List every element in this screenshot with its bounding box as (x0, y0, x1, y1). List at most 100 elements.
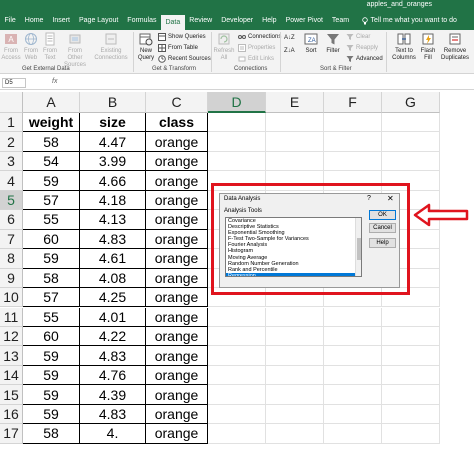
tab-power-pivot[interactable]: Power Pivot (281, 11, 327, 30)
cell-a14[interactable]: 59 (23, 365, 80, 386)
cell-a9[interactable]: 58 (23, 268, 80, 289)
from-text-button[interactable]: From Text (41, 32, 59, 62)
cell-b7[interactable]: 4.83 (80, 229, 146, 250)
cell-c14[interactable]: orange (146, 365, 208, 386)
tab-home[interactable]: Home (20, 11, 48, 30)
cell-d1[interactable] (208, 113, 266, 133)
cell-c8[interactable]: orange (146, 249, 208, 269)
tab-review[interactable]: Review (185, 11, 217, 30)
edit-links-button[interactable]: Edit Links (238, 55, 274, 63)
analysis-tool-item[interactable]: Regression (226, 272, 361, 276)
cell-e1[interactable] (266, 113, 324, 133)
row-header-1[interactable]: 1 (0, 113, 23, 133)
connections-button[interactable]: Connections (238, 33, 281, 41)
row-header-12[interactable]: 12 (0, 326, 23, 347)
cell-f14[interactable] (324, 365, 382, 386)
cell-a1[interactable]: weight (23, 113, 80, 133)
tab-help[interactable]: Help (258, 11, 281, 30)
cell-d12[interactable] (208, 326, 266, 347)
cell-c10[interactable]: orange (146, 288, 208, 308)
row-header-8[interactable]: 8 (0, 249, 23, 269)
cell-a16[interactable]: 59 (23, 404, 80, 425)
cell-g3[interactable] (382, 151, 440, 172)
cell-e3[interactable] (266, 151, 324, 172)
cell-d16[interactable] (208, 404, 266, 425)
cell-e2[interactable] (266, 132, 324, 152)
cell-b15[interactable]: 4.39 (80, 385, 146, 405)
column-header-a[interactable]: A (23, 92, 80, 113)
tab-data[interactable]: Data (160, 15, 185, 30)
cell-c4[interactable]: orange (146, 171, 208, 191)
cell-b6[interactable]: 4.13 (80, 210, 146, 230)
cell-b9[interactable]: 4.08 (80, 268, 146, 289)
cell-c3[interactable]: orange (146, 151, 208, 172)
row-header-11[interactable]: 11 (0, 307, 23, 327)
cell-a8[interactable]: 59 (23, 249, 80, 269)
show-queries-button[interactable]: Show Queries (158, 33, 206, 41)
cell-a5[interactable]: 57 (23, 190, 80, 211)
sort-descending-button[interactable]: Z↓A (284, 48, 295, 54)
fx-icon[interactable]: fx (52, 78, 57, 85)
column-header-b[interactable]: B (80, 92, 146, 113)
cell-g11[interactable] (382, 307, 440, 327)
help-question-icon[interactable]: ? (367, 195, 371, 202)
cell-a6[interactable]: 55 (23, 210, 80, 230)
ok-button[interactable]: OK (369, 210, 396, 220)
cell-d14[interactable] (208, 365, 266, 386)
close-icon[interactable]: ✕ (387, 194, 394, 203)
refresh-all-button[interactable]: Refresh All (214, 32, 235, 62)
row-header-16[interactable]: 16 (0, 404, 23, 425)
cell-b2[interactable]: 4.47 (80, 132, 146, 152)
cell-f17[interactable] (324, 424, 382, 444)
cell-e11[interactable] (266, 307, 324, 327)
cell-a13[interactable]: 59 (23, 346, 80, 366)
help-button[interactable]: Help (369, 238, 396, 248)
cell-g1[interactable] (382, 113, 440, 133)
cell-g12[interactable] (382, 326, 440, 347)
cell-g17[interactable] (382, 424, 440, 444)
properties-button[interactable]: Properties (238, 44, 275, 52)
cell-b16[interactable]: 4.83 (80, 404, 146, 425)
cell-a3[interactable]: 54 (23, 151, 80, 172)
row-header-4[interactable]: 4 (0, 171, 23, 191)
row-header-14[interactable]: 14 (0, 365, 23, 386)
scrollbar-thumb[interactable] (357, 238, 361, 260)
cell-d17[interactable] (208, 424, 266, 444)
cell-b14[interactable]: 4.76 (80, 365, 146, 386)
cell-e14[interactable] (266, 365, 324, 386)
cell-g14[interactable] (382, 365, 440, 386)
cell-a12[interactable]: 60 (23, 326, 80, 347)
cell-e17[interactable] (266, 424, 324, 444)
column-header-e[interactable]: E (266, 92, 324, 113)
cell-b13[interactable]: 4.83 (80, 346, 146, 366)
list-scrollbar[interactable] (355, 218, 361, 276)
cell-c7[interactable]: orange (146, 229, 208, 250)
cell-a4[interactable]: 59 (23, 171, 80, 191)
cell-f3[interactable] (324, 151, 382, 172)
row-header-10[interactable]: 10 (0, 288, 23, 308)
cell-d11[interactable] (208, 307, 266, 327)
cell-e15[interactable] (266, 385, 324, 405)
cell-d3[interactable] (208, 151, 266, 172)
select-all-corner[interactable] (0, 92, 23, 113)
cell-b1[interactable]: size (80, 113, 146, 133)
cell-a10[interactable]: 57 (23, 288, 80, 308)
analysis-tools-list[interactable]: Covariance Descriptive Statistics Exponent… (225, 217, 362, 277)
cell-a7[interactable]: 60 (23, 229, 80, 250)
cell-e13[interactable] (266, 346, 324, 366)
cell-c16[interactable]: orange (146, 404, 208, 425)
row-header-3[interactable]: 3 (0, 151, 23, 172)
cell-c1[interactable]: class (146, 113, 208, 133)
cell-f15[interactable] (324, 385, 382, 405)
from-access-button[interactable]: A From Access (1, 32, 21, 62)
filter-button[interactable]: Filter (324, 32, 342, 55)
from-table-button[interactable]: From Table (158, 44, 198, 52)
cell-f12[interactable] (324, 326, 382, 347)
name-box[interactable]: D5 (2, 78, 26, 88)
column-header-c[interactable]: C (146, 92, 208, 113)
column-header-g[interactable]: G (382, 92, 440, 113)
tab-formulas[interactable]: Formulas (123, 11, 161, 30)
cell-a11[interactable]: 55 (23, 307, 80, 327)
tab-insert[interactable]: Insert (48, 11, 75, 30)
cell-d15[interactable] (208, 385, 266, 405)
